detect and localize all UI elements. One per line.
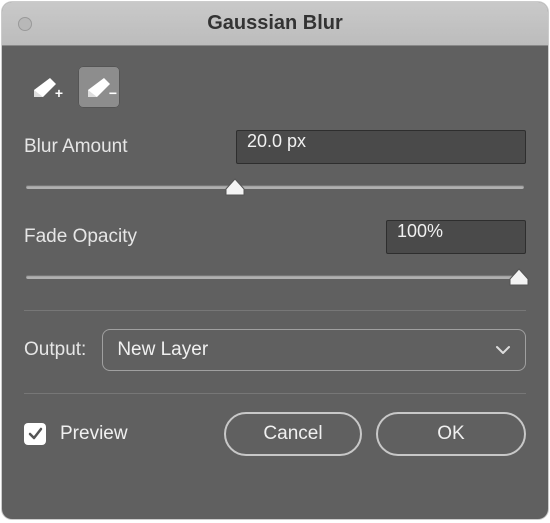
cancel-button[interactable]: Cancel <box>224 412 362 456</box>
titlebar: Gaussian Blur <box>2 2 548 46</box>
slider-track <box>26 275 524 279</box>
divider <box>24 393 526 394</box>
ok-button[interactable]: OK <box>376 412 526 456</box>
close-button[interactable] <box>18 17 32 31</box>
blur-amount-input[interactable]: 20.0 px <box>236 130 526 164</box>
output-select[interactable]: New Layer <box>102 329 526 371</box>
divider <box>24 310 526 311</box>
dialog-content: + − Blur Amount 20.0 px <box>2 46 548 476</box>
brush-add-icon: + <box>30 76 60 98</box>
fade-opacity-input[interactable]: 100% <box>386 220 526 254</box>
footer-row: Preview Cancel OK <box>24 412 526 456</box>
fade-opacity-row: Fade Opacity 100% <box>24 220 526 254</box>
blur-amount-value: 20.0 px <box>247 131 306 151</box>
blur-amount-slider[interactable] <box>26 174 524 200</box>
fade-opacity-value: 100% <box>397 221 443 241</box>
blur-amount-row: Blur Amount 20.0 px <box>24 130 526 164</box>
brush-subtract-icon: − <box>84 76 114 98</box>
ok-label: OK <box>437 423 464 445</box>
output-selected-value: New Layer <box>117 339 208 361</box>
slider-thumb[interactable] <box>509 268 529 286</box>
brush-subtract-button[interactable]: − <box>78 66 120 108</box>
output-label: Output: <box>24 339 86 361</box>
blur-amount-label: Blur Amount <box>24 136 128 158</box>
slider-thumb[interactable] <box>225 178 245 196</box>
preview-label: Preview <box>60 423 128 445</box>
fade-opacity-label: Fade Opacity <box>24 226 137 248</box>
output-row: Output: New Layer <box>24 329 526 371</box>
slider-track <box>26 185 524 189</box>
dialog-window: Gaussian Blur + − <box>2 2 548 519</box>
brush-add-button[interactable]: + <box>24 66 66 108</box>
chevron-down-icon <box>495 339 511 361</box>
preview-checkbox[interactable] <box>24 423 46 445</box>
fade-opacity-slider[interactable] <box>26 264 524 290</box>
brush-mode-row: + − <box>24 66 526 108</box>
cancel-label: Cancel <box>263 423 322 445</box>
window-title: Gaussian Blur <box>2 12 548 35</box>
